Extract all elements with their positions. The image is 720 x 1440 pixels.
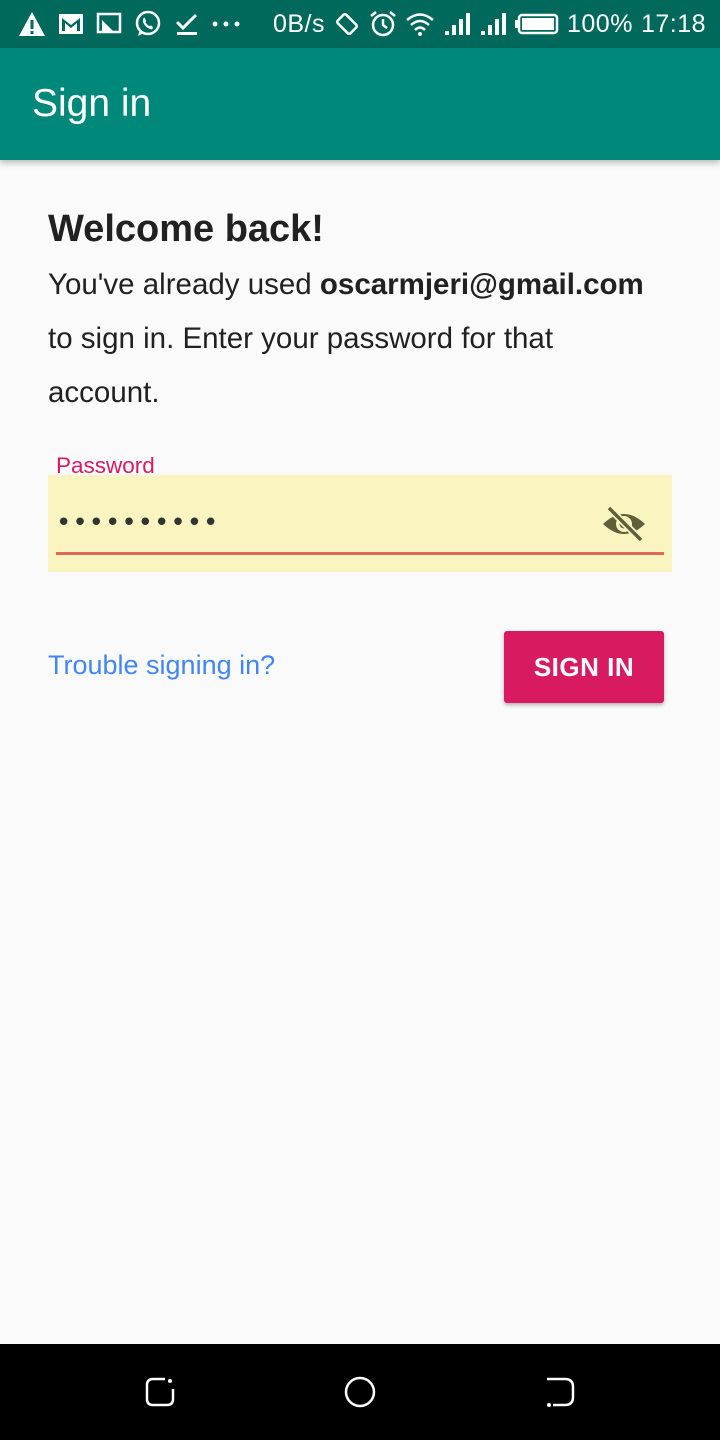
navigation-bar	[0, 1344, 720, 1440]
page-title: Sign in	[32, 82, 152, 125]
battery-percent: 100%	[566, 9, 633, 38]
alarm-icon	[369, 9, 397, 39]
status-bar: 0B/s 100% 17:18	[0, 0, 720, 48]
password-input[interactable]	[56, 501, 576, 545]
message-suffix: to sign in. Enter your password for that…	[48, 322, 554, 409]
whatsapp-icon	[134, 9, 162, 39]
message-prefix: You've already used	[48, 268, 320, 301]
wifi-icon	[405, 9, 435, 39]
welcome-section: Welcome back! You've already used oscarm…	[48, 200, 672, 420]
field-underline	[56, 552, 664, 555]
check-icon	[174, 9, 200, 39]
clock: 17:18	[640, 9, 706, 38]
trouble-signing-in-link[interactable]: Trouble signing in?	[48, 650, 275, 681]
sign-in-button[interactable]: SIGN IN	[504, 631, 664, 703]
app-bar: Sign in	[0, 48, 720, 160]
signal-icon	[479, 9, 507, 39]
welcome-message: You've already used oscarmjeri@gmail.com…	[48, 258, 672, 420]
recents-icon[interactable]	[140, 1372, 180, 1412]
rotate-icon	[333, 9, 361, 39]
back-icon[interactable]	[540, 1372, 580, 1412]
visibility-off-icon[interactable]	[600, 500, 648, 548]
welcome-heading: Welcome back!	[48, 208, 324, 250]
password-box[interactable]	[48, 475, 672, 572]
password-field: Password	[48, 448, 672, 572]
signal-icon	[443, 9, 471, 39]
battery-icon	[514, 9, 559, 39]
cast-icon	[96, 9, 122, 39]
gmail-icon	[58, 9, 84, 39]
warning-icon	[18, 9, 46, 39]
more-dots-icon	[212, 9, 240, 39]
account-email: oscarmjeri@gmail.com	[319, 268, 644, 301]
home-icon[interactable]	[340, 1372, 380, 1412]
network-speed: 0B/s	[272, 9, 325, 38]
